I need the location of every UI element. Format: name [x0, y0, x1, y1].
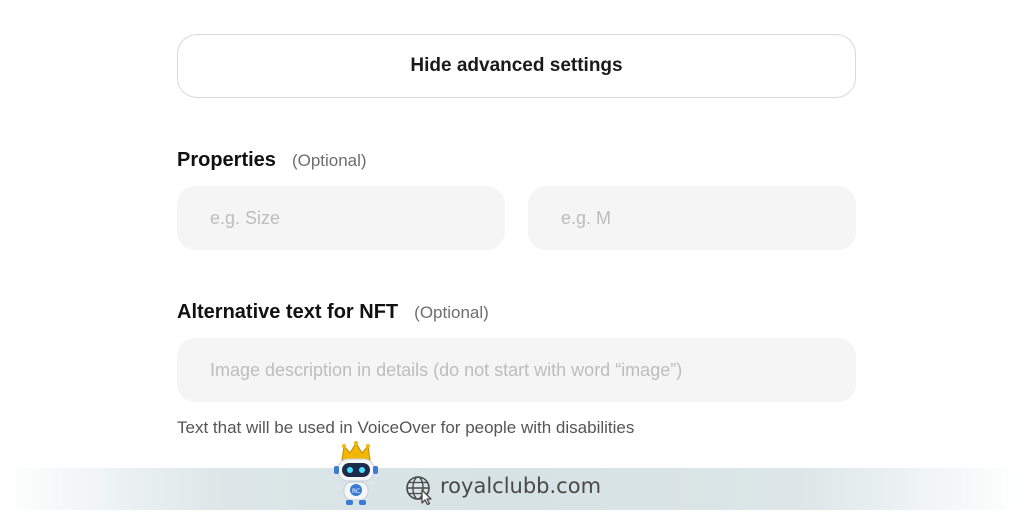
alt-text-title: Alternative text for NFT [177, 301, 399, 323]
cursor-icon [421, 489, 432, 505]
alt-text-label: Alternative text for NFT (Optional) [177, 301, 489, 324]
property-name-input[interactable]: e.g. Size [177, 186, 505, 250]
property-name-placeholder: e.g. Size [210, 207, 281, 228]
properties-label: Properties (Optional) [177, 149, 367, 172]
watermark-site-text: royalclubb.com [440, 474, 602, 498]
property-value-input[interactable]: e.g. M [528, 186, 856, 250]
alt-text-optional-tag: (Optional) [414, 303, 489, 322]
mascot-badge: RC [352, 488, 360, 495]
alt-text-input[interactable]: Image description in details (do not sta… [177, 338, 856, 402]
alt-text-helper-text: Text that will be used in VoiceOver for … [177, 418, 635, 437]
properties-optional-tag: (Optional) [291, 151, 367, 170]
hide-advanced-settings-button[interactable]: Hide advanced settings [177, 34, 856, 98]
globe-icon [406, 476, 432, 505]
alt-text-placeholder: Image description in details (do not sta… [210, 359, 683, 380]
robot-mascot-icon: RC [334, 441, 378, 505]
hide-advanced-settings-label: Hide advanced settings [410, 55, 623, 76]
property-value-placeholder: e.g. M [561, 207, 612, 228]
properties-title: Properties [177, 149, 276, 171]
